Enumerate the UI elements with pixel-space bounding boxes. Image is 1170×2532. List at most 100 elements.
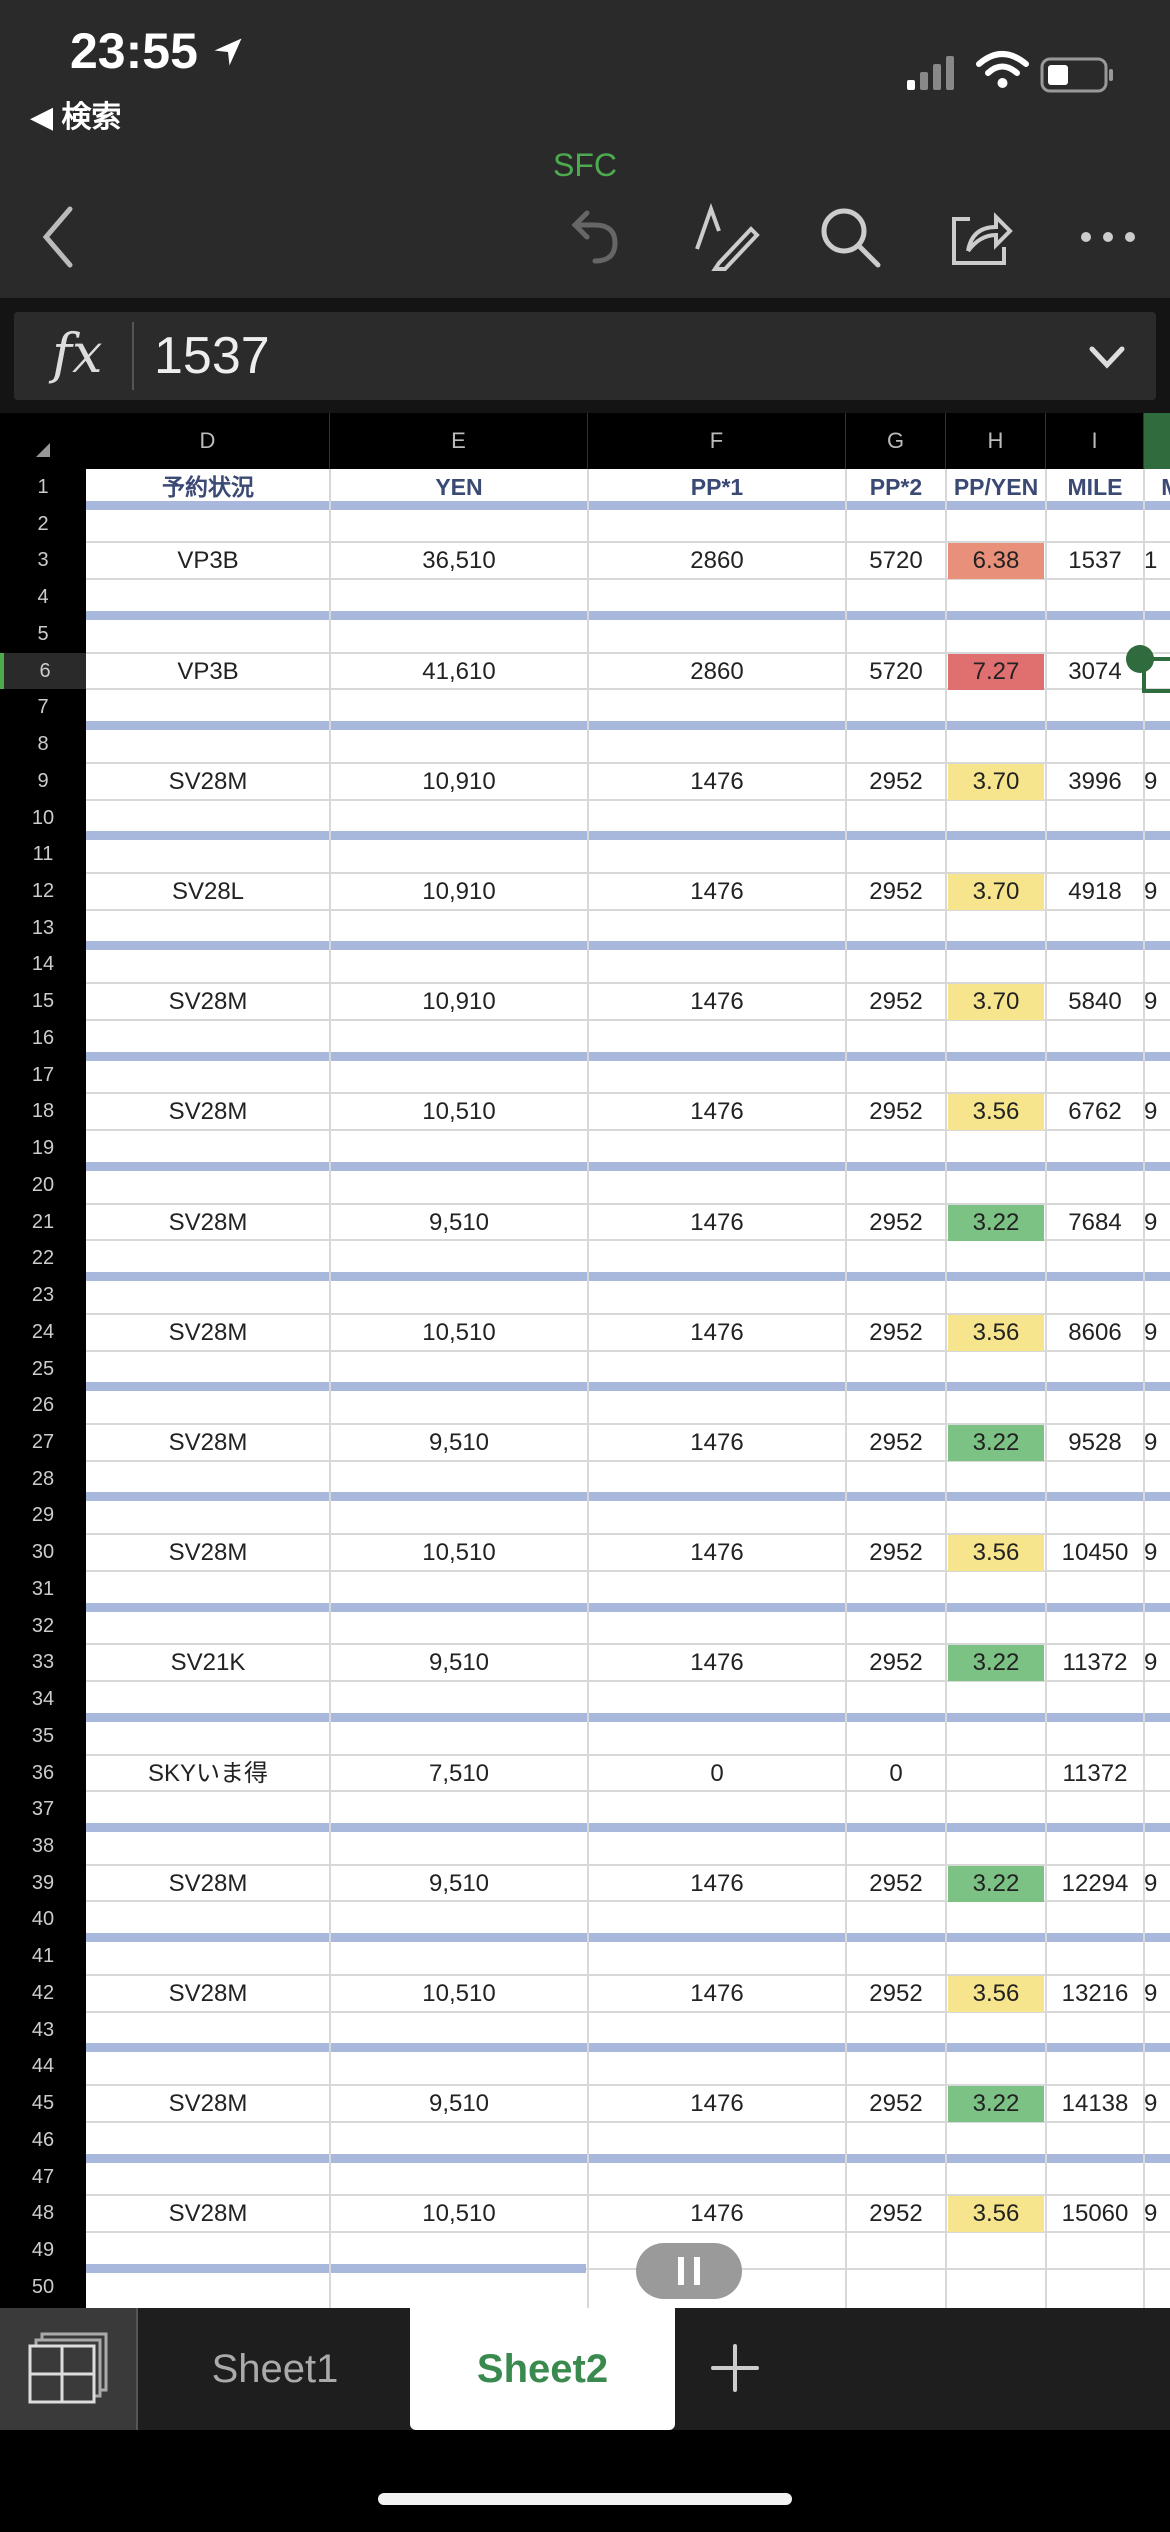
cell-d[interactable]: SKYいま得 bbox=[86, 1754, 330, 1794]
header-cell-f[interactable]: PP*1 bbox=[588, 469, 846, 505]
cell-f[interactable]: 1476 bbox=[588, 1203, 846, 1243]
cell-f[interactable]: 1476 bbox=[588, 2194, 846, 2234]
row-number[interactable]: 1 bbox=[0, 469, 86, 506]
row-number[interactable]: 11 bbox=[0, 836, 86, 873]
cell-j[interactable]: 9 bbox=[1144, 1643, 1170, 1683]
row-number[interactable]: 18 bbox=[0, 1093, 86, 1130]
cell-j[interactable]: 9 bbox=[1144, 982, 1170, 1022]
cell-j[interactable]: 9 bbox=[1144, 1533, 1170, 1573]
cell-e[interactable]: 9,510 bbox=[330, 1643, 588, 1683]
cell-f[interactable]: 1476 bbox=[588, 1313, 846, 1353]
cell-e[interactable]: 10,510 bbox=[330, 1533, 588, 1573]
cell-g[interactable]: 2952 bbox=[846, 1092, 946, 1132]
cell-d[interactable]: SV28M bbox=[86, 1423, 330, 1463]
cell-f[interactable]: 1476 bbox=[588, 2084, 846, 2124]
row-number[interactable]: 5 bbox=[0, 616, 86, 653]
row-number[interactable]: 45 bbox=[0, 2085, 86, 2122]
cell-i[interactable]: 4918 bbox=[1046, 872, 1144, 912]
cell-i[interactable]: 15060 bbox=[1046, 2194, 1144, 2234]
cell-e[interactable]: 10,910 bbox=[330, 982, 588, 1022]
row-number[interactable]: 31 bbox=[0, 1571, 86, 1608]
fx-icon[interactable]: fx bbox=[52, 322, 102, 385]
cell-d[interactable]: VP3B bbox=[86, 541, 330, 581]
cell-g[interactable]: 2952 bbox=[846, 2194, 946, 2234]
row-number[interactable]: 29 bbox=[0, 1497, 86, 1534]
cell-d[interactable]: SV28M bbox=[86, 1313, 330, 1353]
cell-f[interactable]: 1476 bbox=[588, 1092, 846, 1132]
add-sheet-icon[interactable] bbox=[705, 2338, 765, 2398]
undo-icon[interactable] bbox=[555, 197, 635, 277]
cell-f[interactable]: 1476 bbox=[588, 1533, 846, 1573]
back-chevron-icon[interactable] bbox=[22, 197, 102, 277]
cell-j[interactable]: 9 bbox=[1144, 1203, 1170, 1243]
formula-value[interactable]: 1537 bbox=[154, 326, 270, 386]
cell-d[interactable]: SV28L bbox=[86, 872, 330, 912]
row-number[interactable]: 19 bbox=[0, 1130, 86, 1167]
cell-g[interactable]: 2952 bbox=[846, 872, 946, 912]
pp-yen-cell[interactable]: 3.56 bbox=[948, 1975, 1044, 2012]
cell-area[interactable]: 予約状況YENPP*1PP*2PP/YENMILEMIVP3B36,510286… bbox=[86, 469, 1170, 2308]
row-number[interactable]: 3 bbox=[0, 542, 86, 579]
row-number[interactable]: 27 bbox=[0, 1424, 86, 1461]
row-number[interactable]: 30 bbox=[0, 1534, 86, 1571]
cell-d[interactable]: SV28M bbox=[86, 1203, 330, 1243]
row-number[interactable]: 24 bbox=[0, 1314, 86, 1351]
row-number[interactable]: 13 bbox=[0, 910, 86, 947]
pp-yen-cell[interactable]: 3.22 bbox=[948, 1865, 1044, 1902]
cell-f[interactable]: 1476 bbox=[588, 1643, 846, 1683]
column-header-j[interactable] bbox=[1144, 413, 1170, 469]
cell-e[interactable]: 9,510 bbox=[330, 1864, 588, 1904]
cell-i[interactable]: 10450 bbox=[1046, 1533, 1144, 1573]
row-number[interactable]: 49 bbox=[0, 2232, 86, 2269]
cell-e[interactable]: 36,510 bbox=[330, 541, 588, 581]
cell-g[interactable]: 5720 bbox=[846, 652, 946, 692]
cell-i[interactable]: 9528 bbox=[1046, 1423, 1144, 1463]
pp-yen-cell[interactable]: 6.38 bbox=[948, 543, 1044, 580]
cell-j[interactable]: 9 bbox=[1144, 1092, 1170, 1132]
row-number[interactable]: 15 bbox=[0, 983, 86, 1020]
row-number[interactable]: 17 bbox=[0, 1057, 86, 1094]
column-header-h[interactable]: H bbox=[946, 413, 1046, 469]
cell-g[interactable]: 2952 bbox=[846, 1313, 946, 1353]
header-cell-h[interactable]: PP/YEN bbox=[946, 469, 1046, 505]
cell-e[interactable]: 9,510 bbox=[330, 1203, 588, 1243]
selected-cell-outline[interactable] bbox=[1142, 656, 1170, 693]
cell-g[interactable]: 2952 bbox=[846, 1643, 946, 1683]
row-number[interactable]: 50 bbox=[0, 2269, 86, 2306]
row-number[interactable]: 33 bbox=[0, 1644, 86, 1681]
pp-yen-cell[interactable]: 3.22 bbox=[948, 1645, 1044, 1682]
cell-j[interactable]: 9 bbox=[1144, 1313, 1170, 1353]
row-number[interactable]: 46 bbox=[0, 2122, 86, 2159]
cell-f[interactable]: 1476 bbox=[588, 1974, 846, 2014]
cell-d[interactable]: SV28M bbox=[86, 1974, 330, 2014]
column-header-e[interactable]: E bbox=[330, 413, 588, 469]
pp-yen-cell[interactable]: 3.56 bbox=[948, 1094, 1044, 1131]
cell-e[interactable]: 10,510 bbox=[330, 2194, 588, 2234]
tab-sheet1[interactable]: Sheet1 bbox=[140, 2308, 410, 2430]
row-number[interactable]: 39 bbox=[0, 1865, 86, 1902]
cell-j[interactable]: 9 bbox=[1144, 2084, 1170, 2124]
cell-i[interactable]: 14138 bbox=[1046, 2084, 1144, 2124]
cell-d[interactable]: SV21K bbox=[86, 1643, 330, 1683]
row-number[interactable]: 36 bbox=[0, 1755, 86, 1792]
cell-f[interactable]: 2860 bbox=[588, 541, 846, 581]
cell-g[interactable]: 2952 bbox=[846, 1864, 946, 1904]
cell-d[interactable]: SV28M bbox=[86, 2084, 330, 2124]
header-cell-e[interactable]: YEN bbox=[330, 469, 588, 505]
cell-d[interactable]: SV28M bbox=[86, 982, 330, 1022]
draw-pen-icon[interactable] bbox=[685, 197, 765, 277]
spreadsheet-grid[interactable]: DEFGHI 1 2 3 4 5 6 7 8 9 10 11 12 13 14 15 16 17 18 19 20 21… bbox=[0, 413, 1170, 2308]
cell-e[interactable]: 9,510 bbox=[330, 1423, 588, 1463]
cell-j[interactable]: 9 bbox=[1144, 1423, 1170, 1463]
cell-g[interactable]: 2952 bbox=[846, 1423, 946, 1463]
row-number[interactable]: 6 bbox=[0, 652, 86, 690]
cell-j[interactable]: 9 bbox=[1144, 2194, 1170, 2234]
cell-i[interactable]: 12294 bbox=[1046, 1864, 1144, 1904]
pp-yen-cell[interactable] bbox=[948, 1756, 1044, 1792]
cell-f[interactable]: 1476 bbox=[588, 762, 846, 802]
row-number[interactable]: 43 bbox=[0, 2012, 86, 2049]
row-number[interactable]: 37 bbox=[0, 1791, 86, 1828]
column-header-g[interactable]: G bbox=[846, 413, 946, 469]
cell-g[interactable]: 5720 bbox=[846, 541, 946, 581]
row-number[interactable]: 16 bbox=[0, 1020, 86, 1057]
